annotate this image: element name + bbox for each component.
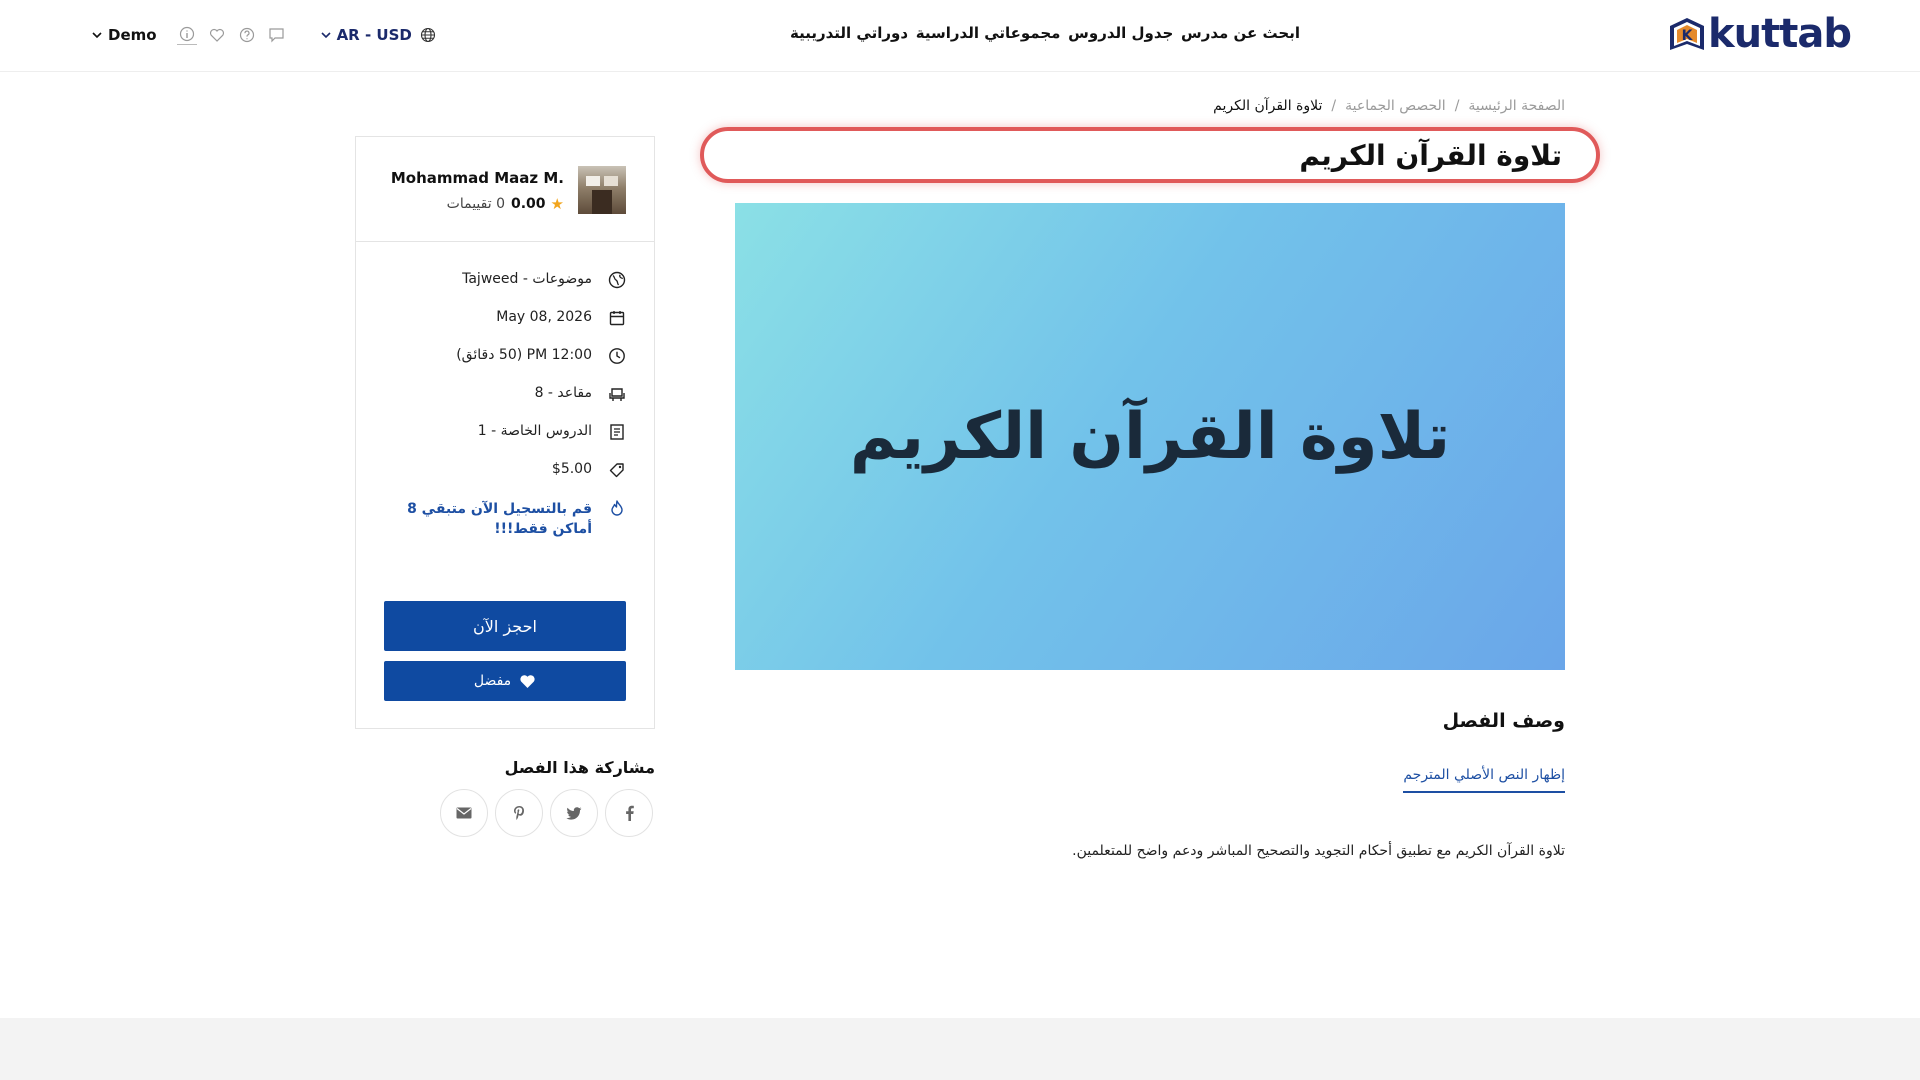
teacher-name[interactable]: Mohammad Maaz M. xyxy=(391,169,564,187)
page-title: تلاوة القرآن الكريم xyxy=(1299,138,1562,172)
language-currency-selector[interactable]: AR - USD xyxy=(320,26,436,44)
info-row-seats: مقاعد - 8 xyxy=(382,385,626,423)
main-nav: ابحث عن مدرس جدول الدروس مجموعاتي الدراس… xyxy=(790,24,1300,42)
rating-count: 0 تقييمات xyxy=(446,196,505,212)
breadcrumb-group-classes[interactable]: الحصص الجماعية xyxy=(1345,98,1446,114)
nav-lesson-schedule[interactable]: جدول الدروس xyxy=(1068,24,1173,42)
rating-score: 0.00 xyxy=(511,196,546,212)
topic-text: موضوعات - Tajweed xyxy=(462,271,592,287)
logo-book-icon: K xyxy=(1670,18,1704,50)
info-row-time: 12:00 PM (50 دقائق) xyxy=(382,347,626,385)
user-name: Demo xyxy=(108,26,157,44)
description-heading: وصف الفصل xyxy=(1442,710,1565,732)
info-row-availability: قم بالتسجيل الآن متبقي 8 أماكن فقط!!! xyxy=(382,499,626,537)
twitter-icon xyxy=(566,806,582,820)
breadcrumb-current: تلاوة القرآن الكريم xyxy=(1213,98,1323,114)
document-icon xyxy=(610,424,624,440)
breadcrumb: الصفحة الرئيسية / الحصص الجماعية / تلاوة… xyxy=(1213,98,1565,114)
globe-icon xyxy=(420,27,435,43)
heart-icon[interactable] xyxy=(207,25,227,45)
share-buttons xyxy=(440,789,660,837)
private-lessons-text: الدروس الخاصة - 1 xyxy=(477,423,592,439)
info-row-private-lessons: الدروس الخاصة - 1 xyxy=(382,423,626,461)
nav-find-teacher[interactable]: ابحث عن مدرس xyxy=(1181,24,1300,42)
flame-icon xyxy=(611,500,623,516)
language-currency-label: AR - USD xyxy=(336,26,412,44)
seat-icon xyxy=(609,388,625,401)
class-description: تلاوة القرآن الكريم مع تطبيق أحكام التجو… xyxy=(1072,843,1565,859)
favorite-button[interactable]: مفضل xyxy=(384,661,626,701)
calendar-icon xyxy=(609,311,625,326)
seats-text: مقاعد - 8 xyxy=(534,385,592,401)
header-utilities: Demo AR - USD xyxy=(92,24,436,46)
chevron-down-icon xyxy=(92,32,102,39)
teacher-summary[interactable]: Mohammad Maaz M. ★ 0.00 0 تقييمات xyxy=(356,137,654,242)
breadcrumb-separator: / xyxy=(1454,98,1460,114)
logo-text: kuttab xyxy=(1708,11,1852,57)
help-icon[interactable] xyxy=(237,25,257,45)
nav-my-courses[interactable]: دوراتي التدريبية xyxy=(790,24,908,42)
time-text: 12:00 PM (50 دقائق) xyxy=(456,347,592,363)
share-facebook-button[interactable] xyxy=(605,789,653,837)
kuttab-logo[interactable]: K kuttab xyxy=(1668,11,1852,57)
star-icon: ★ xyxy=(550,195,564,213)
svg-text:K: K xyxy=(1682,28,1694,44)
chevron-down-icon xyxy=(320,32,331,39)
share-twitter-button[interactable] xyxy=(550,789,598,837)
user-menu-button[interactable]: Demo xyxy=(92,26,157,44)
breadcrumb-home[interactable]: الصفحة الرئيسية xyxy=(1468,98,1565,114)
facebook-icon xyxy=(625,805,634,821)
nav-my-study-groups[interactable]: مجموعاتي الدراسية xyxy=(916,24,1061,42)
availability-alert: قم بالتسجيل الآن متبقي 8 أماكن فقط!!! xyxy=(407,501,592,537)
class-info-card: Mohammad Maaz M. ★ 0.00 0 تقييمات موضوعا… xyxy=(355,136,655,729)
class-banner-image: تلاوة القرآن الكريم xyxy=(735,203,1565,670)
price-tag-icon xyxy=(609,463,624,478)
clock-icon xyxy=(609,348,625,364)
info-icon[interactable] xyxy=(176,25,197,45)
share-heading: مشاركة هذا الفصل xyxy=(504,758,655,777)
favorite-label: مفضل xyxy=(473,673,512,689)
class-details-list: موضوعات - Tajweed May 08, 2026 12:00 PM … xyxy=(382,271,626,537)
banner-text: تلاوة القرآن الكريم xyxy=(849,399,1451,474)
teacher-avatar[interactable] xyxy=(578,166,626,214)
info-row-price: $5.00 xyxy=(382,461,626,499)
teacher-rating: ★ 0.00 0 تقييمات xyxy=(447,195,564,213)
date-text: May 08, 2026 xyxy=(496,309,592,325)
info-row-topic: موضوعات - Tajweed xyxy=(382,271,626,309)
pinterest-icon xyxy=(514,806,524,820)
envelope-icon xyxy=(456,807,472,819)
messages-icon[interactable] xyxy=(267,25,287,45)
globe-icon xyxy=(608,271,626,289)
top-header: K kuttab ابحث عن مدرس جدول الدروس مجموعا… xyxy=(0,0,1920,72)
share-pinterest-button[interactable] xyxy=(495,789,543,837)
show-original-text-link[interactable]: إظهار النص الأصلي المترجم xyxy=(1403,767,1565,793)
info-row-date: May 08, 2026 xyxy=(382,309,626,347)
breadcrumb-separator: / xyxy=(1331,98,1337,114)
class-title-container: تلاوة القرآن الكريم xyxy=(700,127,1600,183)
heart-icon xyxy=(520,675,535,688)
footer-strip xyxy=(0,1018,1920,1080)
share-email-button[interactable] xyxy=(440,789,488,837)
price-text: $5.00 xyxy=(551,461,592,477)
book-now-button[interactable]: احجز الآن xyxy=(384,601,626,651)
